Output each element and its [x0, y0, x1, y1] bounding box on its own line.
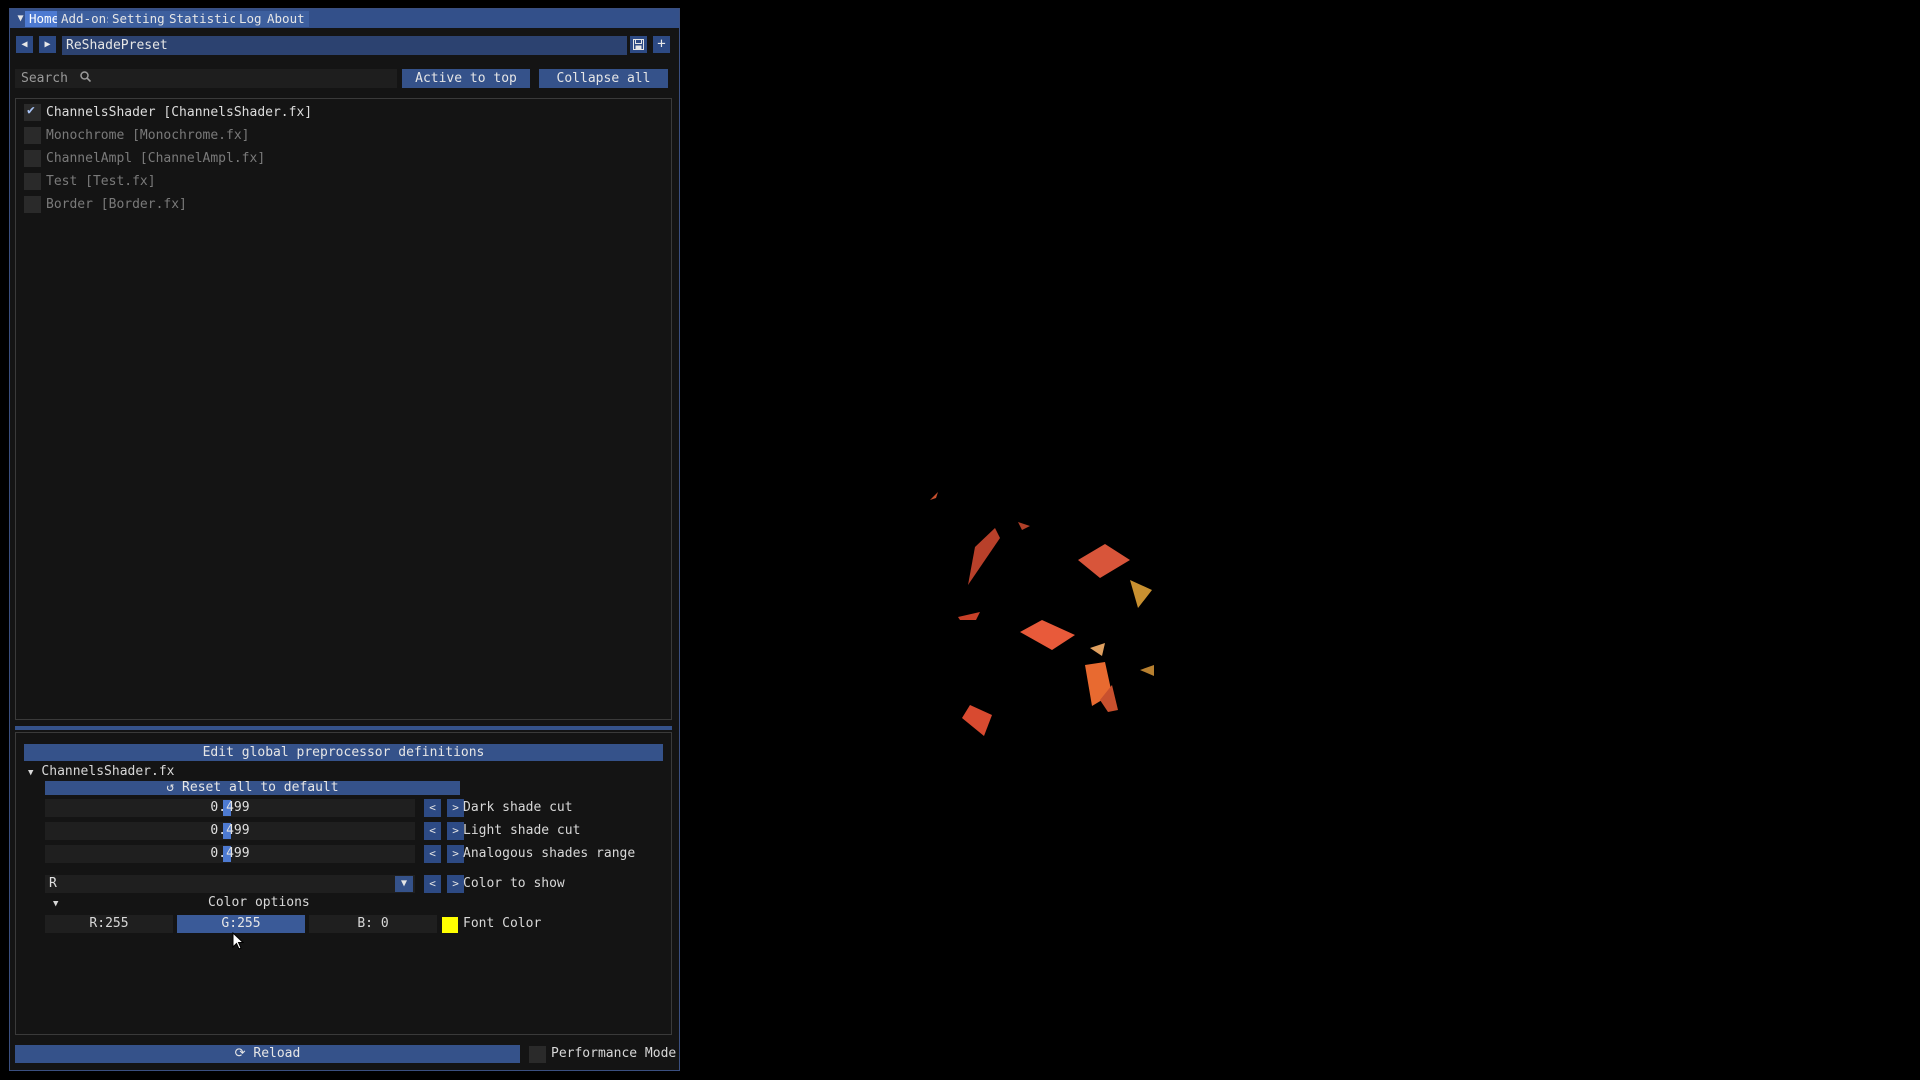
tab-about[interactable]: About [263, 11, 309, 27]
triangle-right-icon[interactable]: ▶ [39, 36, 56, 53]
effect-parameters-panel: Edit global preprocessor definitions ▼ Ch… [15, 732, 672, 1035]
checkmark-icon: ✔ [27, 103, 35, 118]
slider-value: 0.499 [210, 800, 250, 815]
search-placeholder: Search [21, 71, 68, 86]
save-icon[interactable] [630, 36, 647, 53]
reset-all-button[interactable]: ↺ Reset all to default [45, 781, 460, 795]
reload-button[interactable]: ⟳ Reload [15, 1045, 520, 1063]
effect-checkbox[interactable]: ✔ [24, 103, 41, 121]
search-icon [80, 69, 91, 88]
decrement-button[interactable]: < [424, 799, 441, 817]
caret-down-icon: ▼ [28, 768, 34, 778]
effect-label: Test [Test.fx] [46, 174, 156, 189]
decrement-button[interactable]: < [424, 822, 441, 840]
search-input[interactable]: Search [15, 69, 397, 88]
performance-mode-checkbox[interactable] [529, 1046, 546, 1063]
effect-checkbox[interactable] [24, 150, 41, 167]
shader-file-label: ChannelsShader.fx [41, 764, 175, 779]
game-scene-render [930, 492, 1154, 736]
analogous-shades-range-label: Analogous shades range [463, 846, 636, 861]
effects-list[interactable]: ✔ ChannelsShader [ChannelsShader.fx] Mon… [15, 98, 672, 720]
increment-button[interactable]: > [447, 845, 464, 863]
combo-value: R [49, 876, 57, 891]
shader-section-header[interactable]: ▼ ChannelsShader.fx [28, 763, 174, 782]
mouse-cursor-icon [232, 931, 245, 954]
caret-down-icon[interactable]: ▼ [395, 876, 413, 892]
undo-icon: ↺ [166, 780, 175, 795]
effect-label: Border [Border.fx] [46, 197, 187, 212]
plus-icon[interactable]: + [653, 36, 670, 53]
color-to-show-label: Color to show [463, 876, 565, 891]
color-to-show-combo[interactable]: R [45, 875, 415, 893]
color-blue-field[interactable]: B: 0 [309, 915, 437, 933]
decrement-button[interactable]: < [424, 845, 441, 863]
color-red-field[interactable]: R:255 [45, 915, 173, 933]
edit-global-preprocessor-button[interactable]: Edit global preprocessor definitions [24, 744, 663, 761]
reload-label: Reload [253, 1046, 301, 1061]
caret-down-icon: ▼ [53, 899, 59, 909]
font-color-label: Font Color [463, 916, 542, 931]
tab-log[interactable]: Log [235, 11, 266, 27]
effect-checkbox[interactable] [24, 173, 41, 190]
color-swatch[interactable] [442, 917, 458, 933]
panel-splitter[interactable] [15, 726, 672, 730]
color-options-title: Color options [208, 895, 310, 910]
increment-button[interactable]: > [447, 822, 464, 840]
refresh-icon: ⟳ [234, 1046, 246, 1061]
reshade-overlay-window: ▼ Home Add-ons Settings Statistics Log A… [9, 8, 680, 1071]
effect-label: ChannelAmpl [ChannelAmpl.fx] [46, 151, 266, 166]
effect-checkbox[interactable] [24, 127, 41, 144]
menu-bar: ▼ Home Add-ons Settings Statistics Log A… [10, 9, 679, 28]
collapse-all-button[interactable]: Collapse all [539, 69, 668, 88]
decrement-button[interactable]: < [424, 875, 441, 893]
effect-label: Monochrome [Monochrome.fx] [46, 128, 250, 143]
slider-value: 0.499 [210, 823, 250, 838]
effect-label: ChannelsShader [ChannelsShader.fx] [46, 105, 313, 120]
dark-shade-cut-slider[interactable]: 0.499 [45, 799, 415, 817]
increment-button[interactable]: > [447, 799, 464, 817]
reset-label: Reset all to default [182, 780, 339, 795]
preset-selector[interactable]: ReShadePreset [62, 36, 627, 55]
triangle-left-icon[interactable]: ◀ [16, 36, 33, 53]
slider-value: 0.499 [210, 846, 250, 861]
active-to-top-button[interactable]: Active to top [402, 69, 530, 88]
color-options-header[interactable]: ▼ Color options [53, 894, 310, 913]
light-shade-cut-label: Light shade cut [463, 823, 581, 838]
light-shade-cut-slider[interactable]: 0.499 [45, 822, 415, 840]
effect-checkbox[interactable] [24, 196, 41, 213]
analogous-shades-range-slider[interactable]: 0.499 [45, 845, 415, 863]
color-green-field[interactable]: G:255 [177, 915, 305, 933]
increment-button[interactable]: > [447, 875, 464, 893]
performance-mode-label: Performance Mode [551, 1046, 677, 1061]
dark-shade-cut-label: Dark shade cut [463, 800, 573, 815]
